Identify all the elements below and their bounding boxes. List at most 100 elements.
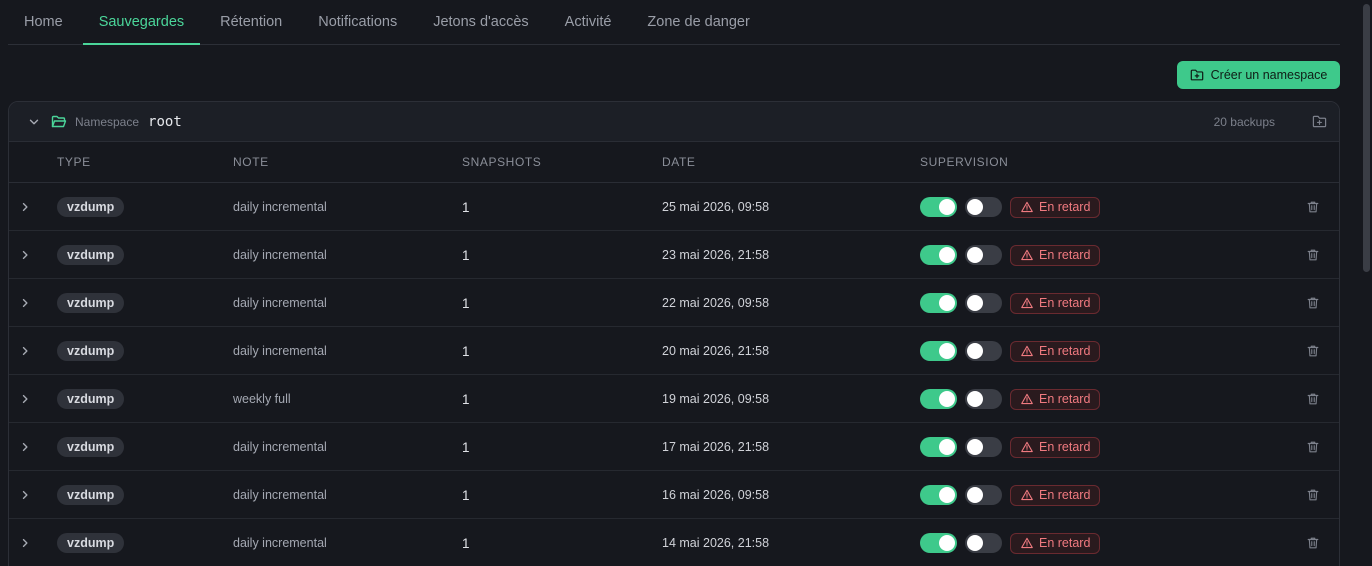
namespace-label: Namespace: [75, 114, 140, 129]
alert-toggle[interactable]: [965, 437, 1002, 457]
status-label: En retard: [1039, 440, 1091, 454]
table-row[interactable]: vzdump weekly full 1 19 mai 2026, 09:58 …: [9, 375, 1339, 423]
chevron-right-icon: [22, 298, 28, 308]
type-cell: vzdump: [57, 231, 125, 279]
table-row[interactable]: vzdump daily incremental 1 14 mai 2026, …: [9, 519, 1339, 566]
toggle-knob: [967, 295, 983, 311]
type-cell: vzdump: [57, 471, 125, 519]
delete-button[interactable]: [1306, 423, 1320, 471]
alert-toggle[interactable]: [965, 293, 1002, 313]
toggle-knob: [939, 535, 955, 551]
supervision-toggle[interactable]: [920, 437, 957, 457]
type-badge: vzdump: [57, 197, 125, 217]
supervision-toggle[interactable]: [920, 293, 957, 313]
table-row[interactable]: vzdump daily incremental 1 17 mai 2026, …: [9, 423, 1339, 471]
alert-toggle[interactable]: [965, 245, 1002, 265]
table-header: TYPE NOTE SNAPSHOTS DATE SUPERVISION: [9, 142, 1339, 183]
tab-retention[interactable]: Rétention: [204, 0, 298, 44]
snapshots-cell: 1: [462, 199, 470, 215]
column-snapshots: SNAPSHOTS: [462, 155, 542, 169]
alert-toggle[interactable]: [965, 197, 1002, 217]
tab-home[interactable]: Home: [8, 0, 79, 44]
expand-row-button[interactable]: [19, 279, 33, 327]
note-cell: daily incremental: [233, 440, 327, 454]
expand-row-button[interactable]: [19, 519, 33, 566]
snapshots-cell: 1: [462, 295, 470, 311]
toggle-knob: [967, 343, 983, 359]
tab-activity[interactable]: Activité: [549, 0, 628, 44]
table-row[interactable]: vzdump daily incremental 1 16 mai 2026, …: [9, 471, 1339, 519]
type-cell: vzdump: [57, 327, 125, 375]
expand-row-button[interactable]: [19, 183, 33, 231]
type-cell: vzdump: [57, 423, 125, 471]
supervision-toggle[interactable]: [920, 533, 957, 553]
trash-icon: [1307, 201, 1319, 213]
supervision-cell: En retard: [920, 231, 1101, 279]
delete-button[interactable]: [1306, 375, 1320, 423]
supervision-toggle[interactable]: [920, 197, 957, 217]
table-row[interactable]: vzdump daily incremental 1 23 mai 2026, …: [9, 231, 1339, 279]
date-cell: 19 mai 2026, 09:58: [662, 392, 770, 406]
column-supervision: SUPERVISION: [920, 155, 1009, 169]
status-label: En retard: [1039, 344, 1091, 358]
status-badge: En retard: [1010, 532, 1101, 554]
supervision-toggle[interactable]: [920, 245, 957, 265]
table-row[interactable]: vzdump daily incremental 1 20 mai 2026, …: [9, 327, 1339, 375]
supervision-toggle[interactable]: [920, 341, 957, 361]
delete-button[interactable]: [1306, 471, 1320, 519]
tab-danger-zone[interactable]: Zone de danger: [631, 0, 765, 44]
toggle-knob: [967, 391, 983, 407]
namespace-header[interactable]: Namespace root 20 backups: [9, 102, 1339, 142]
date-cell: 22 mai 2026, 09:58: [662, 296, 770, 310]
chevron-down-icon[interactable]: [27, 115, 41, 129]
expand-row-button[interactable]: [19, 471, 33, 519]
alert-toggle[interactable]: [965, 341, 1002, 361]
create-namespace-button[interactable]: Créer un namespace: [1177, 61, 1340, 89]
status-badge: En retard: [1010, 196, 1101, 218]
status-badge: En retard: [1010, 436, 1101, 458]
status-badge: En retard: [1010, 244, 1101, 266]
type-badge: vzdump: [57, 437, 125, 457]
chevron-right-icon: [22, 490, 28, 500]
supervision-toggle[interactable]: [920, 485, 957, 505]
backup-count: 20 backups: [1213, 114, 1275, 129]
tab-sauvegardes[interactable]: Sauvegardes: [82, 0, 201, 45]
namespace-card: Namespace root 20 backups TYPE NOTE SNAP…: [8, 101, 1340, 566]
namespace-name: root: [148, 113, 182, 130]
type-cell: vzdump: [57, 519, 125, 566]
scrollbar[interactable]: [1360, 0, 1372, 566]
column-note: NOTE: [233, 155, 269, 169]
expand-row-button[interactable]: [19, 327, 33, 375]
alert-toggle[interactable]: [965, 389, 1002, 409]
supervision-toggle[interactable]: [920, 389, 957, 409]
table-row[interactable]: vzdump daily incremental 1 25 mai 2026, …: [9, 183, 1339, 231]
expand-row-button[interactable]: [19, 423, 33, 471]
folder-plus-icon[interactable]: [1312, 114, 1327, 129]
tab-access-tokens[interactable]: Jetons d'accès: [417, 0, 544, 44]
chevron-right-icon: [22, 346, 28, 356]
expand-row-button[interactable]: [19, 375, 33, 423]
toggle-knob: [939, 343, 955, 359]
toggle-knob: [939, 199, 955, 215]
delete-button[interactable]: [1306, 183, 1320, 231]
note-cell: daily incremental: [233, 536, 327, 550]
alert-toggle[interactable]: [965, 533, 1002, 553]
delete-button[interactable]: [1306, 279, 1320, 327]
delete-button[interactable]: [1306, 327, 1320, 375]
table-row[interactable]: vzdump daily incremental 1 22 mai 2026, …: [9, 279, 1339, 327]
delete-button[interactable]: [1306, 231, 1320, 279]
tab-notifications[interactable]: Notifications: [302, 0, 413, 44]
type-cell: vzdump: [57, 183, 125, 231]
chevron-right-icon: [22, 394, 28, 404]
toggle-knob: [967, 487, 983, 503]
alert-toggle[interactable]: [965, 485, 1002, 505]
delete-button[interactable]: [1306, 519, 1320, 566]
toggle-knob: [939, 439, 955, 455]
date-cell: 23 mai 2026, 21:58: [662, 248, 770, 262]
note-cell: daily incremental: [233, 488, 327, 502]
scrollbar-thumb[interactable]: [1363, 4, 1370, 272]
snapshots-cell: 1: [462, 343, 470, 359]
expand-row-button[interactable]: [19, 231, 33, 279]
toggle-knob: [939, 247, 955, 263]
status-label: En retard: [1039, 536, 1091, 550]
